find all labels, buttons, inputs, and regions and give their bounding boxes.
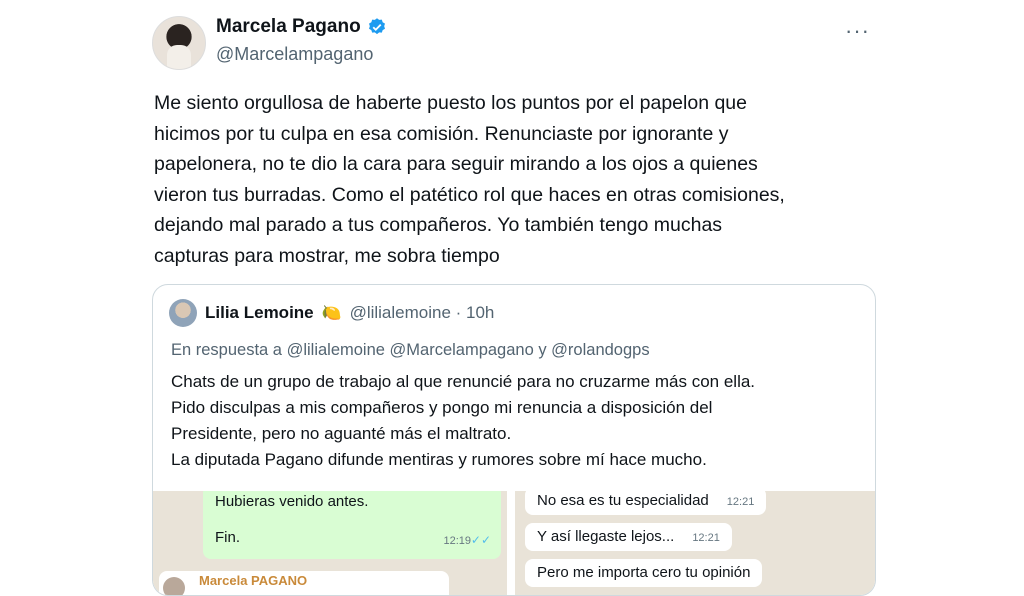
quoted-tweet[interactable]: Lilia Lemoine 🍋 @lilialemoine · 10h En r… [152,284,876,596]
message-time: 12:21 [726,496,755,508]
author-name[interactable]: Marcela Pagano [216,16,361,38]
incoming-message-bubble: No esa es tu especialidad 12:21 [525,491,767,515]
verified-badge-icon [368,18,385,35]
lemon-emoji-icon: 🍋 [321,305,342,322]
message-time: 12:21 [692,532,720,544]
chat-screenshot-right[interactable]: No esa es tu especialidad 12:21 Y así lle… [515,491,875,595]
more-options-icon[interactable]: ··· [845,18,870,44]
tweet-header: Marcela Pagano @Marcelampagano ··· [152,14,882,70]
author-avatar[interactable] [152,16,206,70]
chat-screenshot-left[interactable]: Hubieras venido antes. Fin. 12:19 ✓✓ Mar… [153,491,507,595]
message-text: Pero me importa cero tu opinión [537,564,751,581]
incoming-message-bubble: Marcela PAGANO [159,571,449,595]
outgoing-message-bubble: Hubieras venido antes. Fin. 12:19 ✓✓ [203,491,501,559]
message-time: 12:19 [443,535,471,547]
reply-to-line: En respuesta a @lilialemoine @Marcelampa… [171,341,650,359]
incoming-message-bubble: Pero me importa cero tu opinión [525,559,763,587]
message-text: Hubieras venido antes. [215,493,369,510]
incoming-message-bubble: Y así llegaste lejos... 12:21 [525,523,732,551]
quoted-author-meta: @lilialemoine · 10h [349,303,495,322]
quoted-author-avatar [169,299,197,327]
author-handle[interactable]: @Marcelampagano [216,44,373,65]
sender-avatar [163,577,185,595]
message-text: No esa es tu especialidad [537,492,709,509]
tweet-text: Me siento orgullosa de haberte puesto lo… [154,92,785,267]
quoted-tweet-header: Lilia Lemoine 🍋 @lilialemoine · 10h [169,299,494,327]
sender-name: Marcela PAGANO [199,573,308,588]
author-name-row: Marcela Pagano [216,16,387,38]
message-text: Fin. [215,529,241,546]
quoted-tweet-text: Chats de un grupo de trabajo al que renu… [171,372,756,469]
message-text: Y así llegaste lejos... [537,528,675,545]
quoted-author-name: Lilia Lemoine [205,303,314,322]
read-receipt-icon: ✓✓ [470,533,491,547]
